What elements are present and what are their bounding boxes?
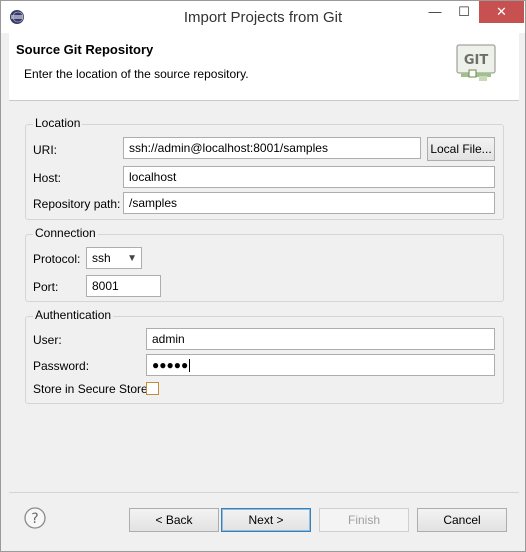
password-label: Password: (33, 359, 90, 373)
svg-text:?: ? (31, 511, 38, 527)
uri-input[interactable]: ssh://admin@localhost:8001/samples (123, 137, 421, 159)
footer-separator (9, 492, 519, 493)
next-button[interactable]: Next > (221, 508, 311, 532)
git-logo-text: GIT (464, 53, 489, 68)
location-group-label: Location (33, 116, 83, 130)
repository-path-input[interactable]: /samples (123, 192, 495, 214)
chevron-down-icon: ▼ (127, 253, 137, 264)
git-logo-icon: GIT (456, 44, 496, 81)
protocol-label: Protocol: (33, 252, 81, 266)
maximize-button[interactable]: ☐ (450, 1, 478, 23)
text-caret (189, 359, 191, 373)
minimize-button[interactable]: — (421, 1, 449, 23)
page-description: Enter the location of the source reposit… (24, 67, 249, 81)
protocol-select-value: ssh (92, 251, 111, 265)
uri-label: URI: (33, 143, 57, 157)
secure-store-label: Store in Secure Store (33, 382, 148, 396)
authentication-group-label: Authentication (33, 308, 114, 322)
host-label: Host: (33, 171, 62, 185)
password-input[interactable]: ●●●●● (146, 354, 495, 376)
password-mask: ●●●●● (152, 358, 189, 372)
protocol-select[interactable]: ssh ▼ (86, 247, 142, 269)
repository-path-label: Repository path: (33, 197, 121, 211)
cancel-button[interactable]: Cancel (417, 508, 507, 532)
host-input[interactable]: localhost (123, 166, 495, 188)
wizard-header: Source Git Repository Enter the location… (9, 33, 519, 101)
wizard-content: Location URI: ssh://admin@localhost:8001… (9, 102, 519, 492)
port-label: Port: (33, 280, 59, 294)
user-label: User: (33, 333, 62, 347)
back-button[interactable]: < Back (129, 508, 219, 532)
close-button[interactable]: ✕ (479, 1, 524, 23)
user-input[interactable]: admin (146, 328, 495, 350)
page-title: Source Git Repository (16, 42, 154, 57)
secure-store-checkbox[interactable] (146, 382, 159, 395)
help-icon[interactable]: ? (24, 507, 46, 529)
port-input[interactable]: 8001 (86, 275, 161, 297)
finish-button[interactable]: Finish (319, 508, 409, 532)
title-bar: Import Projects from Git — ☐ ✕ (1, 1, 525, 33)
connection-group-label: Connection (33, 226, 98, 240)
import-dialog: Import Projects from Git — ☐ ✕ Source Gi… (0, 0, 526, 552)
local-file-button[interactable]: Local File... (427, 137, 495, 161)
